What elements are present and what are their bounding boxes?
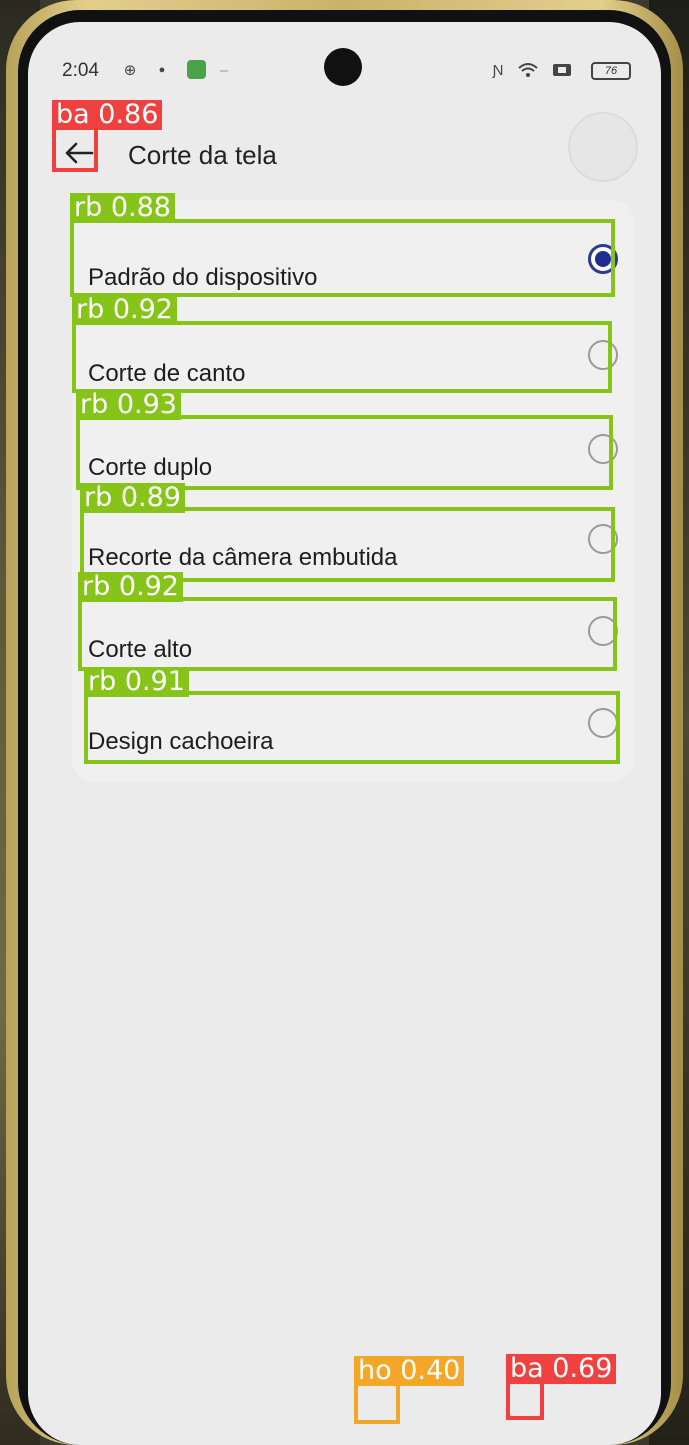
steering-wheel-icon: ⊕ xyxy=(123,62,137,79)
wifi-icon xyxy=(518,60,538,80)
option-device-default[interactable]: Padrão do dispositivo xyxy=(72,232,634,304)
radio-button[interactable] xyxy=(588,340,618,370)
nfc-icon: Ɲ xyxy=(492,61,504,79)
option-label: Padrão do dispositivo xyxy=(88,264,318,291)
app-notification-icon xyxy=(187,60,206,79)
option-tall-cutout[interactable]: Corte alto xyxy=(72,604,634,676)
radio-button-checked[interactable] xyxy=(588,244,618,274)
arrow-left-icon xyxy=(65,142,94,164)
option-label: Recorte da câmera embutida xyxy=(88,544,398,571)
phone-bezel: 2:04 ⊕ ● – Ɲ 76 Corte da tela Padrão do … xyxy=(18,10,671,1445)
phone-screen: 2:04 ⊕ ● – Ɲ 76 Corte da tela Padrão do … xyxy=(28,22,661,1445)
option-corner-cutout[interactable]: Corte de canto xyxy=(72,328,634,400)
options-card: Padrão do dispositivo Corte de canto Cor… xyxy=(72,200,634,782)
radio-button[interactable] xyxy=(588,708,618,738)
more-notifications-icon: – xyxy=(219,61,229,79)
option-label: Corte duplo xyxy=(88,454,213,481)
status-bar: 2:04 ⊕ ● – Ɲ 76 xyxy=(28,22,661,86)
radio-button[interactable] xyxy=(588,434,618,464)
radio-button[interactable] xyxy=(588,616,618,646)
bug-icon: ● xyxy=(158,64,166,76)
radio-button[interactable] xyxy=(588,524,618,554)
page-title: Corte da tela xyxy=(128,140,277,170)
sim-icon xyxy=(552,60,572,80)
phone-frame: 2:04 ⊕ ● – Ɲ 76 Corte da tela Padrão do … xyxy=(6,0,683,1445)
floating-shortcut-bubble[interactable] xyxy=(568,112,638,182)
front-camera xyxy=(324,48,362,86)
option-label: Design cachoeira xyxy=(88,728,274,755)
option-label: Corte de canto xyxy=(88,360,246,387)
battery-icon: 76 xyxy=(591,62,631,80)
option-punch-hole-cutout[interactable]: Recorte da câmera embutida xyxy=(72,512,634,584)
status-time: 2:04 xyxy=(62,60,99,81)
option-label: Corte alto xyxy=(88,636,193,663)
option-waterfall-design[interactable]: Design cachoeira xyxy=(72,696,634,768)
option-double-cutout[interactable]: Corte duplo xyxy=(72,422,634,494)
back-button[interactable] xyxy=(58,132,100,174)
